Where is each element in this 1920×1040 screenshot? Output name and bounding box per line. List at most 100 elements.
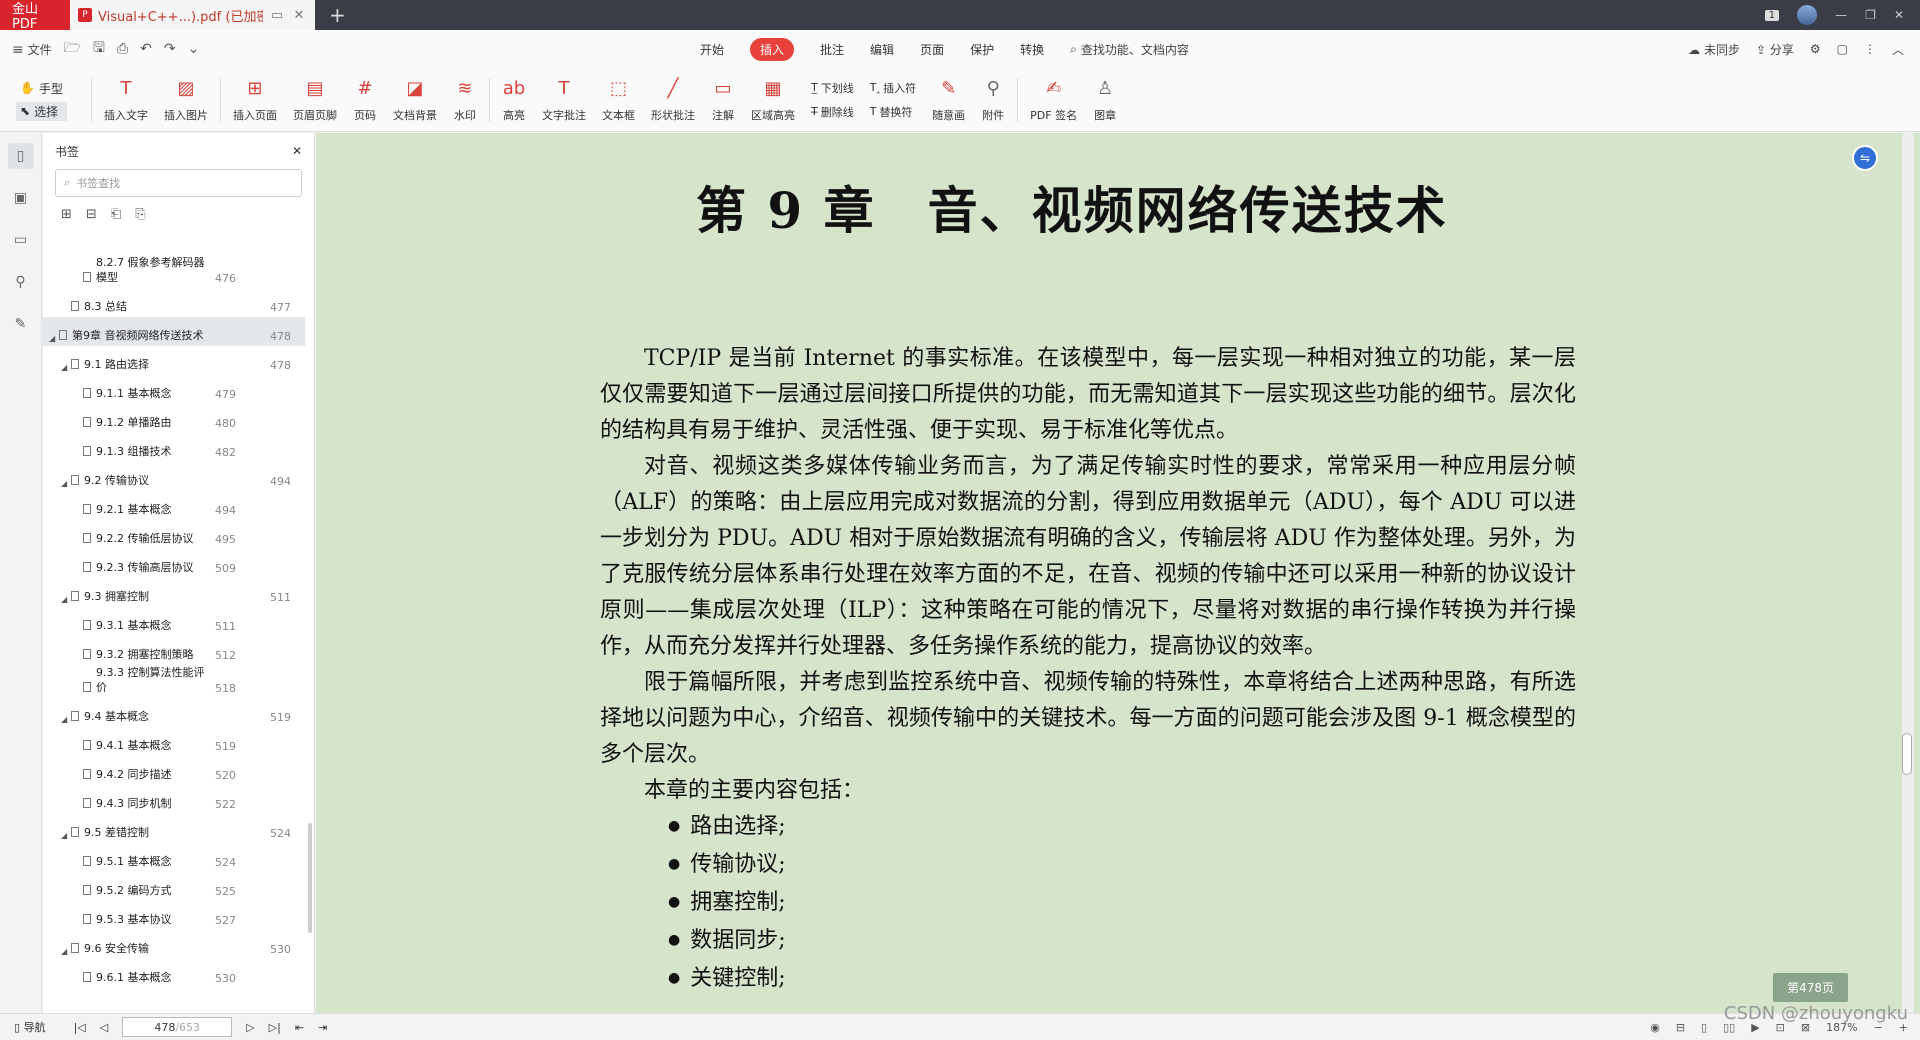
bookmark-item[interactable]: ◢ 第9章 音视频网络传送技术 478 [43,317,305,346]
tab-protect[interactable]: 保护 [970,41,994,58]
select-tool-button[interactable]: ⬉ 选择 [16,101,67,121]
collapse-arrow-icon[interactable]: ◢ [49,334,59,343]
bookmark-item[interactable]: 9.4.1 基本概念 519 [43,727,305,756]
bookmark-item[interactable]: ◢ 9.4 基本概念 519 [43,698,305,727]
scrollbar-thumb[interactable] [1902,733,1912,775]
undo-icon[interactable]: ↶ [140,41,152,57]
save-icon[interactable]: 🖫 [93,37,105,61]
feature-search[interactable]: ⌕ 查找功能、文档内容 [1070,41,1189,58]
avatar[interactable] [1797,5,1818,25]
bookmark-search-input[interactable]: ⌕ 书签查找 [55,169,302,197]
bookmark-item[interactable]: 9.3.1 基本概念 511 [43,607,305,636]
new-tab-icon[interactable]: + [329,3,346,27]
bookmark-item[interactable]: 9.1.2 单播路由 480 [43,404,305,433]
translate-icon[interactable]: ⇋ [1852,145,1878,171]
print-icon[interactable]: ⎙ [117,41,128,57]
app-tab[interactable]: 金山PDF [0,0,70,32]
back-icon[interactable]: ⇤ [295,1021,304,1034]
file-menu[interactable]: ≡ 文件 [12,41,52,58]
customize-icon[interactable]: ⌄ [188,41,200,57]
eye-protect-icon[interactable]: ◉ [1650,1021,1660,1034]
first-page-icon[interactable]: |◁ [74,1021,86,1034]
tab-convert[interactable]: 转换 [1020,41,1044,58]
watermark-button[interactable]: ≋ 水印 [445,70,485,130]
fit-width-icon[interactable]: ⊟ [1676,1021,1685,1034]
more-icon[interactable]: ⋮ [1864,42,1876,56]
collapse-arrow-icon[interactable]: ◢ [61,595,71,604]
close-icon[interactable]: ✕ [292,144,302,158]
bookmark-item[interactable]: ◢ 9.1 路由选择 478 [43,346,305,375]
single-page-icon[interactable]: ▯ [1701,1021,1707,1034]
page-number-input[interactable]: 478/653 [122,1017,233,1037]
scrollbar-track[interactable] [1902,133,1914,1013]
redo-icon[interactable]: ↷ [164,41,176,57]
hand-tool-button[interactable]: ✋ 手型 [16,79,67,98]
collapse-arrow-icon[interactable]: ◢ [61,831,71,840]
insert-page-button[interactable]: ⊞ 插入页面 [225,70,285,130]
underline-button[interactable]: T̲ 下划线 [811,80,854,96]
bookmark-item[interactable]: 9.1.1 基本概念 479 [43,375,305,404]
area-highlight-button[interactable]: ▦ 区域高亮 [743,70,803,130]
prev-page-icon[interactable]: ◁ [100,1021,108,1034]
collapse-all-icon[interactable]: ⊟ [86,207,97,222]
bookmark-item[interactable]: 8.2.7 假象参考解码器模型 476 [43,255,305,288]
page-count-badge[interactable]: 1 [1764,9,1780,21]
shape-comment-button[interactable]: ╱ 形状批注 [643,70,703,130]
bookmark-item[interactable]: 9.2.1 基本概念 494 [43,491,305,520]
last-page-icon[interactable]: ▷| [269,1021,281,1034]
close-icon[interactable]: ✕ [1894,8,1904,22]
attachment-button[interactable]: ⚲ 附件 [973,70,1013,130]
sync-button[interactable]: ☁ 未同步 [1688,41,1740,58]
pdf-sign-button[interactable]: ✍ PDF 签名 [1022,70,1085,130]
share-button[interactable]: ⇪ 分享 [1756,41,1794,58]
settings-icon[interactable]: ⚙ [1810,42,1821,56]
attachment-icon[interactable]: ⚲ [8,269,34,295]
forward-icon[interactable]: ⇥ [318,1021,327,1034]
bookmark-item[interactable]: 9.5.3 基本协议 527 [43,901,305,930]
tab-comment[interactable]: 批注 [820,41,844,58]
expand-all-icon[interactable]: ⊞ [61,207,72,222]
stamp-button[interactable]: ♙ 图章 [1085,70,1125,130]
minimize-icon[interactable]: — [1835,8,1847,22]
bookmark-item[interactable]: 9.2.3 传输高层协议 509 [43,549,305,578]
feedback-icon[interactable]: ▢ [1837,42,1848,56]
strikethrough-button[interactable]: T̶ 删除线 [811,104,854,120]
freehand-button[interactable]: ✎ 随意画 [924,70,973,130]
bookmark-item[interactable]: 9.3.2 拥塞控制策略 512 [43,636,305,665]
restore-icon[interactable]: ❐ [1865,8,1876,22]
note-button[interactable]: ▭ 注解 [703,70,743,130]
tab-insert[interactable]: 插入 [750,37,795,61]
bookmark-item[interactable]: ◢ 9.5 差错控制 524 [43,814,305,843]
bookmark-item[interactable]: 9.4.3 同步机制 522 [43,785,305,814]
bookmark-item[interactable]: 9.1.3 组播技术 482 [43,433,305,462]
insert-text-button[interactable]: T 插入文字 [96,70,156,130]
bookmark-item[interactable]: 9.4.2 同步描述 520 [43,756,305,785]
add-bookmark-icon[interactable]: ⎗ [111,207,121,222]
insert-caret-button[interactable]: T‸ 插入符 [870,80,916,96]
highlight-button[interactable]: ab 高亮 [494,70,534,130]
collapse-ribbon-icon[interactable]: ︿ [1892,41,1904,58]
bookmark-item[interactable]: 9.2.2 传输低层协议 495 [43,520,305,549]
text-comment-button[interactable]: T 文字批注 [534,70,594,130]
bookmark-item[interactable]: ◢ 9.6 安全传输 530 [43,930,305,959]
page-number-button[interactable]: # 页码 [345,70,385,130]
navigation-toggle[interactable]: ▯ 导航 [14,1019,46,1035]
insert-image-button[interactable]: ▨ 插入图片 [156,70,216,130]
bookmark-item[interactable]: 8.3 总结 477 [43,288,305,317]
tab-close-icon[interactable]: ✕ [291,8,307,23]
bookmark-item[interactable]: 9.5.1 基本概念 524 [43,843,305,872]
document-view[interactable]: 第 9 章 音、视频网络传送技术 TCP/IP 是当前 Internet 的事实… [316,133,1920,1013]
thumbnail-icon[interactable]: ▣ [8,185,34,211]
textbox-button[interactable]: ⬚ 文本框 [594,70,643,130]
tab-restore-icon[interactable]: ▭ [269,8,285,23]
document-tab[interactable]: P Visual+C++...).pdf (已加密) ▭ ✕ [70,0,315,30]
tab-page[interactable]: 页面 [920,41,944,58]
bookmark-item[interactable]: ◢ 9.3 拥塞控制 511 [43,578,305,607]
signature-icon[interactable]: ✎ [8,311,34,337]
tab-start[interactable]: 开始 [700,41,724,58]
next-page-icon[interactable]: ▷ [246,1021,254,1034]
collapse-arrow-icon[interactable]: ◢ [61,363,71,372]
scrollbar[interactable] [308,823,312,933]
bookmark-option-icon[interactable]: ⎘ [135,207,145,222]
collapse-arrow-icon[interactable]: ◢ [61,479,71,488]
